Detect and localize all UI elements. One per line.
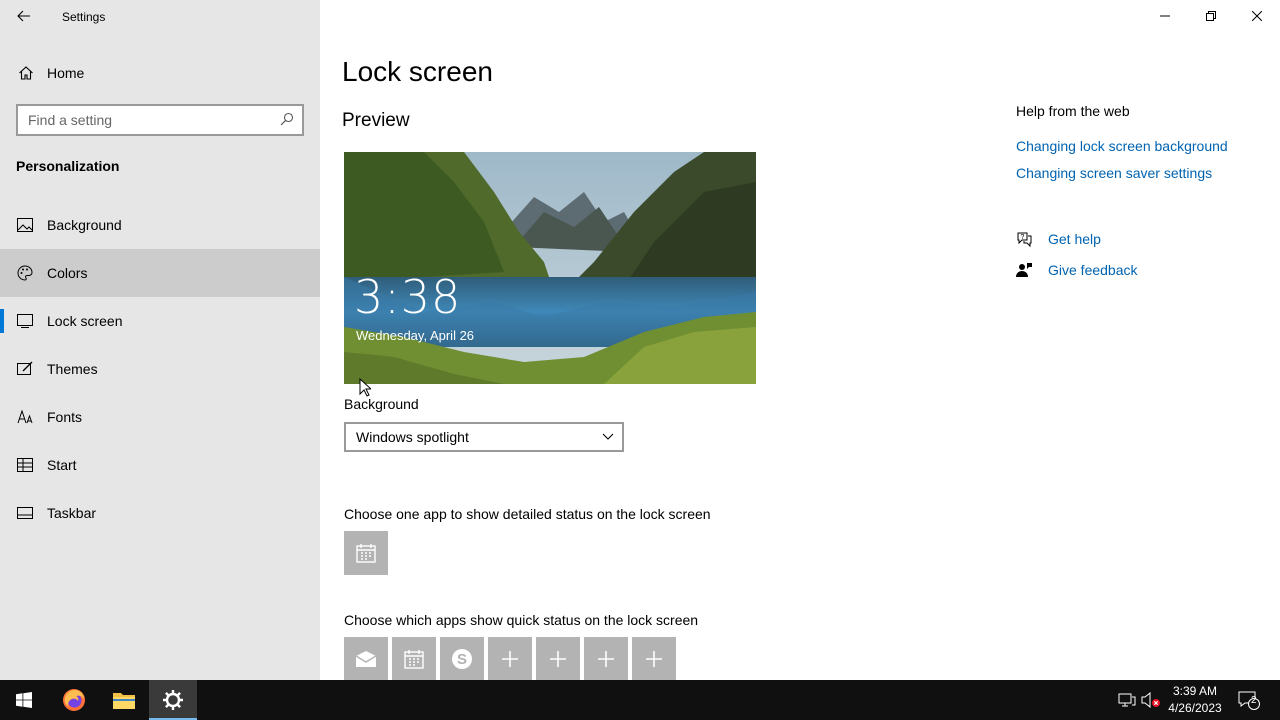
network-tray-button[interactable] [1117, 690, 1137, 710]
sidebar-item-label: Themes [47, 361, 98, 377]
folder-icon [113, 693, 135, 709]
volume-muted-icon [1141, 692, 1160, 708]
preview-heading: Preview [342, 110, 410, 131]
svg-text:S: S [457, 651, 467, 668]
plus-icon [598, 651, 614, 667]
sidebar-item-label: Colors [47, 265, 88, 281]
background-dropdown-value: Windows spotlight [356, 429, 469, 445]
taskbar-file-explorer-button[interactable] [100, 680, 148, 720]
page-title: Lock screen [342, 56, 493, 87]
detailed-status-label: Choose one app to show detailed status o… [344, 506, 711, 522]
chat-help-icon: ? [1016, 231, 1032, 247]
quick-status-calendar-button[interactable] [392, 637, 436, 681]
preview-date: Wednesday, April 26 [356, 328, 475, 343]
give-feedback-label: Give feedback [1048, 262, 1138, 278]
quick-status-add-button[interactable] [632, 637, 676, 681]
arrow-left-icon [17, 10, 30, 22]
sidebar-item-label: Lock screen [47, 313, 123, 329]
search-box[interactable] [16, 104, 304, 136]
search-input[interactable] [18, 112, 268, 128]
help-heading: Help from the web [1016, 103, 1130, 119]
picture-icon [16, 216, 34, 234]
quick-status-label: Choose which apps show quick status on t… [344, 612, 699, 628]
lock-screen-icon [16, 312, 34, 330]
sidebar-item-start[interactable]: Start [0, 441, 320, 489]
sidebar-item-label: Background [47, 217, 122, 233]
font-icon [16, 408, 34, 426]
notification-count: 2 [1251, 695, 1257, 706]
restore-icon [1206, 11, 1216, 21]
gear-icon [163, 690, 183, 710]
sidebar-item-lock-screen[interactable]: Lock screen [0, 297, 320, 345]
action-center-button[interactable]: 2 [1238, 690, 1260, 710]
help-link-lock-screen-background[interactable]: Changing lock screen background [1016, 138, 1228, 154]
sidebar-item-background[interactable]: Background [0, 201, 320, 249]
skype-icon: S [452, 649, 472, 669]
taskbar: 3:39 AM 4/26/2023 2 [0, 680, 1280, 720]
firefox-icon [63, 689, 85, 711]
sidebar-item-label: Start [47, 457, 77, 473]
section-title: Personalization [16, 158, 120, 174]
clock-date: 4/26/2023 [1168, 701, 1222, 715]
back-button[interactable] [8, 4, 40, 28]
taskbar-firefox-button[interactable] [50, 680, 98, 720]
sidebar-item-label: Fonts [47, 409, 83, 425]
sidebar-item-fonts[interactable]: Fonts [0, 393, 320, 441]
background-label: Background [344, 396, 419, 412]
palette-icon [16, 264, 34, 282]
brush-icon [16, 360, 34, 378]
plus-icon [646, 651, 662, 667]
detailed-status-app-button[interactable] [344, 531, 388, 575]
calendar-icon [356, 544, 376, 563]
background-dropdown[interactable]: Windows spotlight [344, 422, 624, 452]
quick-status-mail-button[interactable] [344, 637, 388, 681]
network-icon [1118, 693, 1136, 707]
start-icon [16, 456, 34, 474]
preview-time: 3:38 [354, 270, 462, 324]
svg-text:?: ? [1021, 234, 1025, 241]
quick-status-add-button[interactable] [488, 637, 532, 681]
sidebar-item-themes[interactable]: Themes [0, 345, 320, 393]
quick-status-skype-button[interactable]: S [440, 637, 484, 681]
sidebar-item-label: Taskbar [47, 505, 97, 521]
search-icon[interactable] [280, 112, 294, 131]
close-icon [1252, 11, 1262, 21]
restore-button[interactable] [1188, 0, 1234, 32]
landscape-image [344, 152, 756, 384]
home-icon [16, 63, 36, 83]
quick-status-add-button[interactable] [536, 637, 580, 681]
home-nav-item[interactable]: Home [0, 55, 320, 91]
calendar-icon [404, 650, 424, 669]
clock-time: 3:39 AM [1172, 684, 1218, 698]
taskbar-settings-button[interactable] [149, 680, 197, 720]
home-label: Home [47, 65, 85, 81]
quick-status-add-button[interactable] [584, 637, 628, 681]
taskbar-clock[interactable]: 3:39 AM 4/26/2023 [1162, 683, 1228, 717]
feedback-person-icon [1016, 262, 1032, 278]
volume-tray-button[interactable] [1141, 690, 1161, 710]
mail-icon [355, 651, 377, 667]
minimize-icon [1160, 15, 1170, 17]
minimize-button[interactable] [1142, 0, 1188, 32]
sidebar-item-colors[interactable]: Colors [0, 249, 320, 297]
nav-list: Background Colors Lock screen Themes Fon… [0, 201, 320, 537]
lock-screen-preview: 3:38 Wednesday, April 26 [344, 152, 756, 384]
windows-logo-icon [16, 692, 32, 708]
get-help-label: Get help [1048, 231, 1101, 247]
chevron-down-icon [602, 433, 614, 440]
help-link-screen-saver-settings[interactable]: Changing screen saver settings [1016, 165, 1212, 181]
start-button[interactable] [0, 680, 48, 720]
close-button[interactable] [1234, 0, 1280, 32]
plus-icon [550, 651, 566, 667]
sidebar: Settings Home Personalization Background… [0, 0, 320, 680]
plus-icon [502, 651, 518, 667]
app-title: Settings [62, 10, 106, 24]
give-feedback-link[interactable]: Give feedback [1016, 262, 1138, 278]
taskbar-icon [16, 504, 34, 522]
sidebar-item-taskbar[interactable]: Taskbar [0, 489, 320, 537]
mouse-cursor-icon [359, 378, 371, 397]
get-help-link[interactable]: ? Get help [1016, 231, 1101, 247]
